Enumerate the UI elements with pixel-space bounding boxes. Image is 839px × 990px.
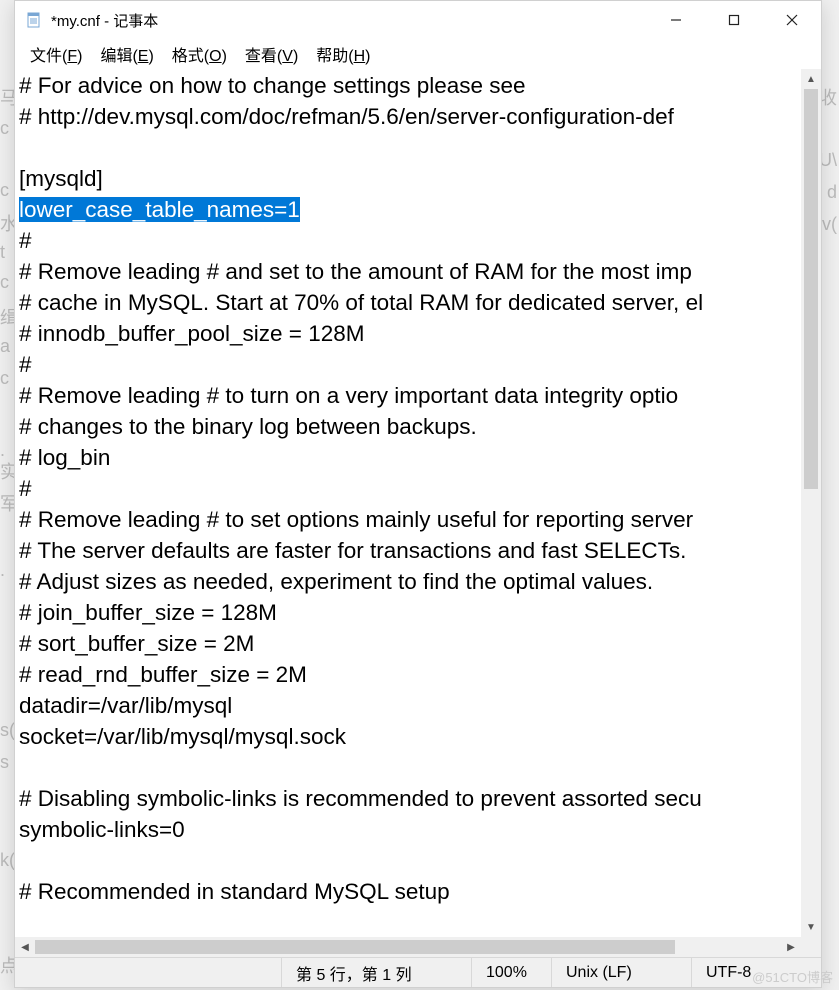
hscroll-thumb[interactable] xyxy=(35,940,675,954)
vscroll-thumb[interactable] xyxy=(804,89,818,489)
scroll-left-icon[interactable]: ◀ xyxy=(15,937,35,957)
menu-format[interactable]: 格式(O) xyxy=(163,39,236,69)
close-button[interactable] xyxy=(763,1,821,39)
status-cursor: 第 5 行，第 1 列 xyxy=(281,958,471,987)
statusbar: 第 5 行，第 1 列 100% Unix (LF) UTF-8 xyxy=(15,957,821,987)
vertical-scrollbar[interactable]: ▲ ▼ xyxy=(801,69,821,937)
text-editor[interactable]: # For advice on how to change settings p… xyxy=(15,69,801,937)
scroll-corner xyxy=(801,937,821,957)
notepad-window: *my.cnf - 记事本 文件(F) 编辑(E) 格式(O) 查看(V) 帮助… xyxy=(14,0,822,988)
status-spacer xyxy=(15,958,281,987)
window-title: *my.cnf - 记事本 xyxy=(51,10,158,31)
menu-view[interactable]: 查看(V) xyxy=(236,39,307,69)
menu-help[interactable]: 帮助(H) xyxy=(307,39,379,69)
menu-edit[interactable]: 编辑(E) xyxy=(91,39,162,69)
maximize-button[interactable] xyxy=(705,1,763,39)
horizontal-scrollbar[interactable]: ◀ ▶ xyxy=(15,937,821,957)
status-line-ending: Unix (LF) xyxy=(551,958,691,987)
app-icon xyxy=(25,11,43,29)
hscroll-track[interactable] xyxy=(35,937,781,957)
titlebar[interactable]: *my.cnf - 记事本 xyxy=(15,1,821,39)
menubar: 文件(F) 编辑(E) 格式(O) 查看(V) 帮助(H) xyxy=(15,39,821,69)
menu-file[interactable]: 文件(F) xyxy=(21,39,91,69)
watermark: @51CTO博客 xyxy=(752,967,833,986)
status-zoom: 100% xyxy=(471,958,551,987)
minimize-button[interactable] xyxy=(647,1,705,39)
scroll-down-icon[interactable]: ▼ xyxy=(801,917,821,937)
scroll-up-icon[interactable]: ▲ xyxy=(801,69,821,89)
scroll-right-icon[interactable]: ▶ xyxy=(781,937,801,957)
editor-area: # For advice on how to change settings p… xyxy=(15,69,821,937)
